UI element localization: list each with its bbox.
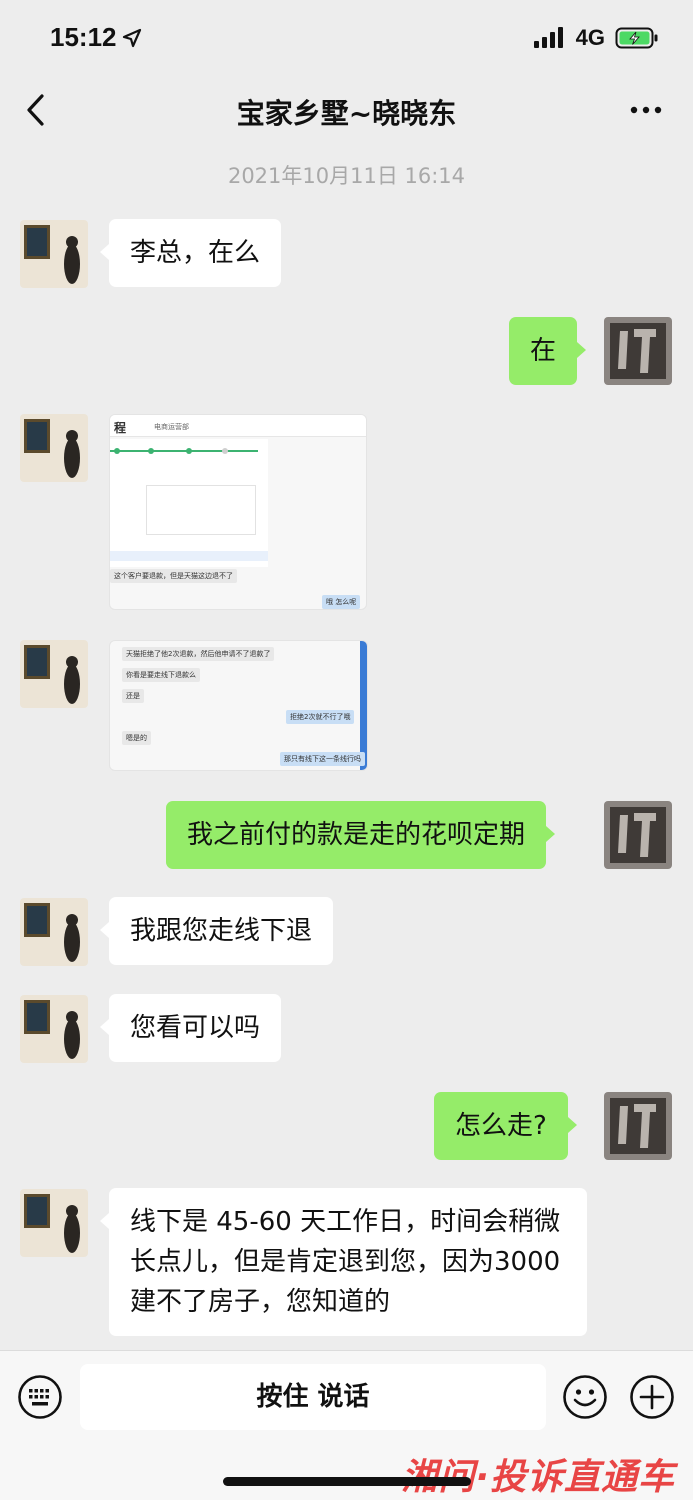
image-message[interactable]: 天猫拒绝了他2次退款，然后他申请不了退款了 你看是要走线下退款么 还是 拒绝2次… [109, 640, 368, 771]
hold-to-talk-button[interactable]: 按住 说话 [80, 1364, 546, 1430]
screenshot-bubble-left: 这个客户要退款，但是天猫这边退不了 [110, 569, 237, 583]
contact-avatar[interactable] [20, 414, 88, 482]
input-bar: 按住 说话 湘问·投诉直通车 [0, 1350, 693, 1500]
user-avatar[interactable] [604, 1092, 672, 1160]
avatar-image [20, 640, 88, 708]
avatar-image [604, 1092, 672, 1160]
status-bar: 15:12 4G [0, 0, 693, 78]
keyboard-icon[interactable] [17, 1374, 63, 1420]
avatar-image [20, 995, 88, 1063]
screenshot-bubble-right: 哦 怎么呢 [322, 595, 361, 609]
network-label: 4G [575, 25, 605, 50]
avatar-image [20, 220, 88, 288]
user-avatar[interactable] [604, 317, 672, 385]
image-message[interactable]: 程 电商运营部 这个客户要退款，但是天猫这边退不了 哦 怎么呢 [109, 414, 367, 610]
chat-timestamp: 2021年10月11日 16:14 [227, 164, 466, 188]
contact-avatar[interactable] [20, 898, 88, 966]
message-bubble[interactable]: 李总，在么 [99, 219, 282, 287]
avatar-image [604, 801, 672, 869]
message-bubble[interactable]: 怎么走? [434, 1092, 577, 1160]
avatar-image [604, 317, 672, 385]
contact-avatar[interactable] [20, 995, 88, 1063]
message-bubble[interactable]: 在 [509, 317, 587, 385]
screenshot-line: 还是 [122, 689, 144, 703]
nav-bar: 宝家乡墅~晓晓东 [0, 78, 693, 144]
message-bubble[interactable]: 我跟您走线下退 [99, 897, 334, 965]
screenshot-title: 程 [114, 421, 127, 435]
plus-icon[interactable] [629, 1374, 675, 1420]
message-bubble[interactable]: 您看可以吗 [99, 994, 282, 1062]
emoji-icon[interactable] [562, 1374, 608, 1420]
location-arrow-icon [122, 28, 142, 48]
more-icon[interactable] [629, 98, 663, 122]
screenshot-line: 你看是要走线下退款么 [122, 668, 200, 682]
user-avatar[interactable] [604, 801, 672, 869]
screenshot-line: 天猫拒绝了他2次退款，然后他申请不了退款了 [122, 647, 275, 661]
contact-avatar[interactable] [20, 640, 88, 708]
screenshot-line: 嗯是的 [122, 731, 151, 745]
screenshot-dept: 电商运营部 [154, 423, 189, 431]
screenshot-panel [110, 439, 268, 567]
avatar-image [20, 898, 88, 966]
message-bubble[interactable]: 我之前付的款是走的花呗定期 [166, 801, 556, 869]
contact-avatar[interactable] [20, 1189, 88, 1257]
avatar-image [20, 1189, 88, 1257]
back-chevron-icon[interactable] [22, 92, 52, 128]
home-indicator [223, 1477, 471, 1486]
contact-avatar[interactable] [20, 220, 88, 288]
chat-title: 宝家乡墅~晓晓东 [236, 97, 457, 130]
avatar-image [20, 414, 88, 482]
screenshot-line: 那只有线下这一条线行吗 [280, 752, 365, 766]
battery-charging-icon [615, 27, 658, 49]
message-bubble[interactable]: 线下是 45-60 天工作日，时间会稍微长点儿，但是肯定退到您，因为3000 建… [100, 1188, 587, 1336]
watermark-logo: 湘问·投诉直通车 [401, 1457, 675, 1498]
signal-icon [533, 27, 563, 48]
status-time: 15:12 [50, 22, 117, 52]
screenshot-line: 拒绝2次就不行了哦 [286, 710, 355, 724]
